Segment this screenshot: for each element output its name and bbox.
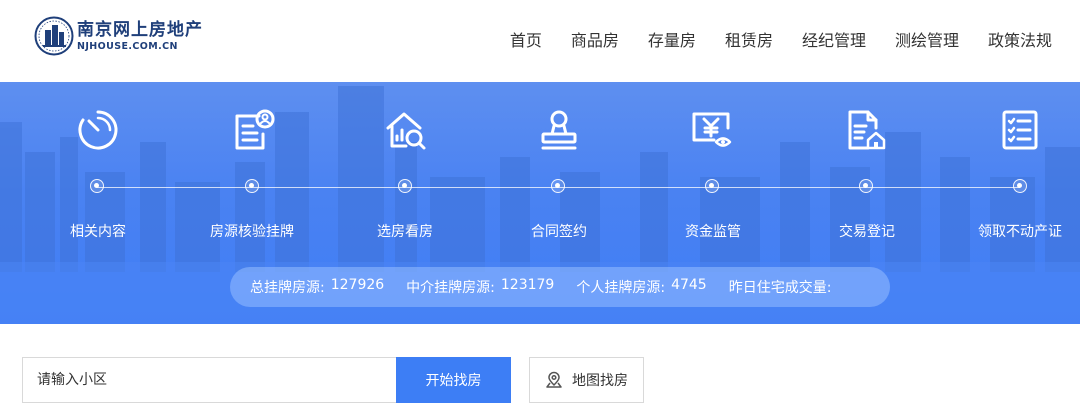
map-pin-icon [546, 371, 562, 388]
house-search-icon [384, 108, 428, 152]
main-nav: 首页 商品房 存量房 租赁房 经纪管理 测绘管理 政策法规 [510, 27, 1052, 51]
stat-yesterday-label: 昨日住宅成交量: [728, 280, 832, 296]
nav-brokerage[interactable]: 经纪管理 [802, 27, 866, 51]
stat-total-value: 127926 [330, 277, 385, 293]
community-search-input[interactable] [22, 357, 396, 403]
process-banner: 相关内容 房源核验挂牌 选房看房 合同签约 资金监管 交易登记 领取不动产证 总… [0, 82, 1080, 324]
step-dot-funds[interactable] [705, 179, 719, 193]
logo-emblem-icon [34, 16, 74, 56]
start-search-button[interactable]: 开始找房 [396, 357, 511, 403]
nav-new-homes[interactable]: 商品房 [571, 27, 619, 51]
document-house-icon [844, 108, 888, 152]
nav-policy[interactable]: 政策法规 [988, 27, 1052, 51]
nav-resale-homes[interactable]: 存量房 [648, 27, 696, 51]
stat-personal-label: 个人挂牌房源: [576, 280, 666, 296]
step-label-related[interactable]: 相关内容 [38, 221, 158, 241]
step-dot-certificate[interactable] [1013, 179, 1027, 193]
logo-title: 南京网上房地产 [77, 19, 203, 40]
map-search-label: 地图找房 [572, 373, 628, 389]
listing-stats-bar: 总挂牌房源: 127926 中介挂牌房源: 123179 个人挂牌房源: 474… [230, 267, 890, 307]
stat-personal: 个人挂牌房源: 4745 [576, 277, 706, 297]
stat-yesterday: 昨日住宅成交量: [729, 277, 838, 297]
stat-personal-value: 4745 [671, 277, 707, 293]
step-dot-viewing[interactable] [398, 179, 412, 193]
stat-agency-value: 123179 [500, 277, 555, 293]
step-dot-listing[interactable] [245, 179, 259, 193]
step-label-registration[interactable]: 交易登记 [807, 221, 927, 241]
yen-monitor-icon [690, 108, 734, 152]
step-label-funds[interactable]: 资金监管 [653, 221, 773, 241]
step-dot-registration[interactable] [859, 179, 873, 193]
nav-rental-homes[interactable]: 租赁房 [725, 27, 773, 51]
stat-agency-label: 中介挂牌房源: [406, 280, 495, 296]
nav-surveying[interactable]: 测绘管理 [895, 27, 959, 51]
stat-agency: 中介挂牌房源: 123179 [406, 277, 554, 297]
step-dot-contract[interactable] [551, 179, 565, 193]
seal-stamp-icon [537, 108, 581, 152]
logo-domain: NJHOUSE.COM.CN [77, 40, 178, 52]
step-label-certificate[interactable]: 领取不动产证 [960, 221, 1080, 241]
site-header: 南京网上房地产 NJHOUSE.COM.CN 首页 商品房 存量房 租赁房 经纪… [0, 0, 1080, 82]
nav-home[interactable]: 首页 [510, 27, 542, 51]
timer-icon [76, 108, 120, 152]
step-label-listing[interactable]: 房源核验挂牌 [192, 221, 312, 241]
site-logo[interactable]: 南京网上房地产 NJHOUSE.COM.CN [34, 16, 203, 56]
stat-total-label: 总挂牌房源: [250, 280, 325, 296]
map-search-button[interactable]: 地图找房 [529, 357, 644, 403]
checklist-icon [998, 108, 1042, 152]
stat-total: 总挂牌房源: 127926 [250, 277, 384, 297]
document-user-icon [231, 108, 275, 152]
step-label-contract[interactable]: 合同签约 [499, 221, 619, 241]
step-label-viewing[interactable]: 选房看房 [345, 221, 465, 241]
step-dot-related[interactable] [90, 179, 104, 193]
